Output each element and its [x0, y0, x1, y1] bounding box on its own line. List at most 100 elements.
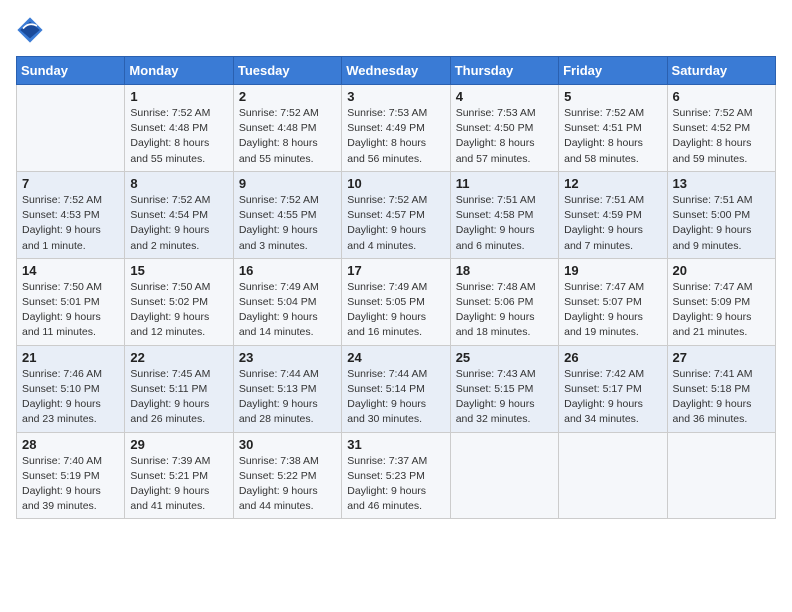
- day-cell: 13 Sunrise: 7:51 AMSunset: 5:00 PMDayligh…: [667, 171, 775, 258]
- day-cell: 18 Sunrise: 7:48 AMSunset: 5:06 PMDayligh…: [450, 258, 558, 345]
- day-cell: 28Sunrise: 7:40 AMSunset: 5:19 PMDayligh…: [17, 432, 125, 519]
- day-cell: [667, 432, 775, 519]
- day-info: Sunrise: 7:44 AMSunset: 5:13 PMDaylight:…: [239, 367, 336, 428]
- day-number: 17: [347, 263, 444, 278]
- day-cell: 1 Sunrise: 7:52 AMSunset: 4:48 PMDaylight…: [125, 85, 233, 172]
- week-row-5: 28Sunrise: 7:40 AMSunset: 5:19 PMDayligh…: [17, 432, 776, 519]
- page-header: [16, 16, 776, 44]
- day-cell: 8Sunrise: 7:52 AMSunset: 4:54 PMDaylight…: [125, 171, 233, 258]
- day-info: Sunrise: 7:52 AMSunset: 4:48 PMDaylight:…: [130, 106, 227, 167]
- day-info: Sunrise: 7:53 AMSunset: 4:50 PMDaylight:…: [456, 106, 553, 167]
- day-cell: 3Sunrise: 7:53 AMSunset: 4:49 PMDaylight…: [342, 85, 450, 172]
- day-cell: 20Sunrise: 7:47 AMSunset: 5:09 PMDayligh…: [667, 258, 775, 345]
- day-cell: [17, 85, 125, 172]
- day-info: Sunrise: 7:44 AMSunset: 5:14 PMDaylight:…: [347, 367, 444, 428]
- day-number: 13: [673, 176, 770, 191]
- day-cell: 19 Sunrise: 7:47 AMSunset: 5:07 PMDayligh…: [559, 258, 667, 345]
- day-number: 29: [130, 437, 227, 452]
- day-number: 10: [347, 176, 444, 191]
- day-number: 21: [22, 350, 119, 365]
- day-number: 18: [456, 263, 553, 278]
- day-number: 19: [564, 263, 661, 278]
- day-info: Sunrise: 7:50 AMSunset: 5:01 PMDaylight:…: [22, 280, 119, 341]
- day-cell: 17 Sunrise: 7:49 AMSunset: 5:05 PMDayligh…: [342, 258, 450, 345]
- day-cell: 25 Sunrise: 7:43 AMSunset: 5:15 PMDayligh…: [450, 345, 558, 432]
- day-number: 31: [347, 437, 444, 452]
- day-number: 20: [673, 263, 770, 278]
- day-info: Sunrise: 7:52 AMSunset: 4:51 PMDaylight:…: [564, 106, 661, 167]
- day-cell: [559, 432, 667, 519]
- day-cell: 15 Sunrise: 7:50 AMSunset: 5:02 PMDayligh…: [125, 258, 233, 345]
- day-cell: 2Sunrise: 7:52 AMSunset: 4:48 PMDaylight…: [233, 85, 341, 172]
- day-cell: 9Sunrise: 7:52 AMSunset: 4:55 PMDaylight…: [233, 171, 341, 258]
- day-info: Sunrise: 7:43 AMSunset: 5:15 PMDaylight:…: [456, 367, 553, 428]
- week-row-4: 21 Sunrise: 7:46 AMSunset: 5:10 PMDayligh…: [17, 345, 776, 432]
- day-number: 12: [564, 176, 661, 191]
- day-info: Sunrise: 7:51 AMSunset: 4:58 PMDaylight:…: [456, 193, 553, 254]
- day-number: 27: [673, 350, 770, 365]
- week-row-2: 7 Sunrise: 7:52 AMSunset: 4:53 PMDaylight…: [17, 171, 776, 258]
- day-number: 8: [130, 176, 227, 191]
- header-sunday: Sunday: [17, 57, 125, 85]
- day-number: 9: [239, 176, 336, 191]
- day-cell: 21 Sunrise: 7:46 AMSunset: 5:10 PMDayligh…: [17, 345, 125, 432]
- day-cell: 12 Sunrise: 7:51 AMSunset: 4:59 PMDayligh…: [559, 171, 667, 258]
- day-number: 7: [22, 176, 119, 191]
- logo-icon: [16, 16, 44, 44]
- day-cell: 29 Sunrise: 7:39 AMSunset: 5:21 PMDayligh…: [125, 432, 233, 519]
- day-info: Sunrise: 7:39 AMSunset: 5:21 PMDaylight:…: [130, 454, 227, 515]
- day-cell: 31 Sunrise: 7:37 AMSunset: 5:23 PMDayligh…: [342, 432, 450, 519]
- day-number: 5: [564, 89, 661, 104]
- day-cell: 24Sunrise: 7:44 AMSunset: 5:14 PMDayligh…: [342, 345, 450, 432]
- day-number: 22: [130, 350, 227, 365]
- day-info: Sunrise: 7:42 AMSunset: 5:17 PMDaylight:…: [564, 367, 661, 428]
- day-info: Sunrise: 7:49 AMSunset: 5:04 PMDaylight:…: [239, 280, 336, 341]
- day-number: 6: [673, 89, 770, 104]
- day-cell: [450, 432, 558, 519]
- day-info: Sunrise: 7:48 AMSunset: 5:06 PMDaylight:…: [456, 280, 553, 341]
- day-cell: 22 Sunrise: 7:45 AMSunset: 5:11 PMDayligh…: [125, 345, 233, 432]
- day-number: 15: [130, 263, 227, 278]
- day-info: Sunrise: 7:52 AMSunset: 4:53 PMDaylight:…: [22, 193, 119, 254]
- day-cell: 14 Sunrise: 7:50 AMSunset: 5:01 PMDayligh…: [17, 258, 125, 345]
- day-number: 14: [22, 263, 119, 278]
- day-info: Sunrise: 7:51 AMSunset: 5:00 PMDaylight:…: [673, 193, 770, 254]
- header-wednesday: Wednesday: [342, 57, 450, 85]
- header-tuesday: Tuesday: [233, 57, 341, 85]
- day-number: 16: [239, 263, 336, 278]
- day-number: 23: [239, 350, 336, 365]
- day-info: Sunrise: 7:45 AMSunset: 5:11 PMDaylight:…: [130, 367, 227, 428]
- day-number: 4: [456, 89, 553, 104]
- day-number: 2: [239, 89, 336, 104]
- day-number: 3: [347, 89, 444, 104]
- day-cell: 5 Sunrise: 7:52 AMSunset: 4:51 PMDaylight…: [559, 85, 667, 172]
- day-cell: 11 Sunrise: 7:51 AMSunset: 4:58 PMDayligh…: [450, 171, 558, 258]
- day-info: Sunrise: 7:52 AMSunset: 4:57 PMDaylight:…: [347, 193, 444, 254]
- day-info: Sunrise: 7:37 AMSunset: 5:23 PMDaylight:…: [347, 454, 444, 515]
- calendar-table: SundayMondayTuesdayWednesdayThursdayFrid…: [16, 56, 776, 519]
- day-info: Sunrise: 7:49 AMSunset: 5:05 PMDaylight:…: [347, 280, 444, 341]
- day-info: Sunrise: 7:51 AMSunset: 4:59 PMDaylight:…: [564, 193, 661, 254]
- day-number: 25: [456, 350, 553, 365]
- header-friday: Friday: [559, 57, 667, 85]
- day-number: 28: [22, 437, 119, 452]
- week-row-3: 14 Sunrise: 7:50 AMSunset: 5:01 PMDayligh…: [17, 258, 776, 345]
- day-number: 11: [456, 176, 553, 191]
- week-row-1: 1 Sunrise: 7:52 AMSunset: 4:48 PMDaylight…: [17, 85, 776, 172]
- day-number: 1: [130, 89, 227, 104]
- day-info: Sunrise: 7:46 AMSunset: 5:10 PMDaylight:…: [22, 367, 119, 428]
- header-thursday: Thursday: [450, 57, 558, 85]
- day-cell: 27Sunrise: 7:41 AMSunset: 5:18 PMDayligh…: [667, 345, 775, 432]
- day-cell: 10 Sunrise: 7:52 AMSunset: 4:57 PMDayligh…: [342, 171, 450, 258]
- calendar-body: 1 Sunrise: 7:52 AMSunset: 4:48 PMDaylight…: [17, 85, 776, 519]
- day-cell: 4 Sunrise: 7:53 AMSunset: 4:50 PMDaylight…: [450, 85, 558, 172]
- day-info: Sunrise: 7:47 AMSunset: 5:07 PMDaylight:…: [564, 280, 661, 341]
- header-row: SundayMondayTuesdayWednesdayThursdayFrid…: [17, 57, 776, 85]
- day-cell: 6Sunrise: 7:52 AMSunset: 4:52 PMDaylight…: [667, 85, 775, 172]
- day-info: Sunrise: 7:38 AMSunset: 5:22 PMDaylight:…: [239, 454, 336, 515]
- day-info: Sunrise: 7:50 AMSunset: 5:02 PMDaylight:…: [130, 280, 227, 341]
- header-monday: Monday: [125, 57, 233, 85]
- day-cell: 26 Sunrise: 7:42 AMSunset: 5:17 PMDayligh…: [559, 345, 667, 432]
- day-number: 26: [564, 350, 661, 365]
- day-cell: 7 Sunrise: 7:52 AMSunset: 4:53 PMDaylight…: [17, 171, 125, 258]
